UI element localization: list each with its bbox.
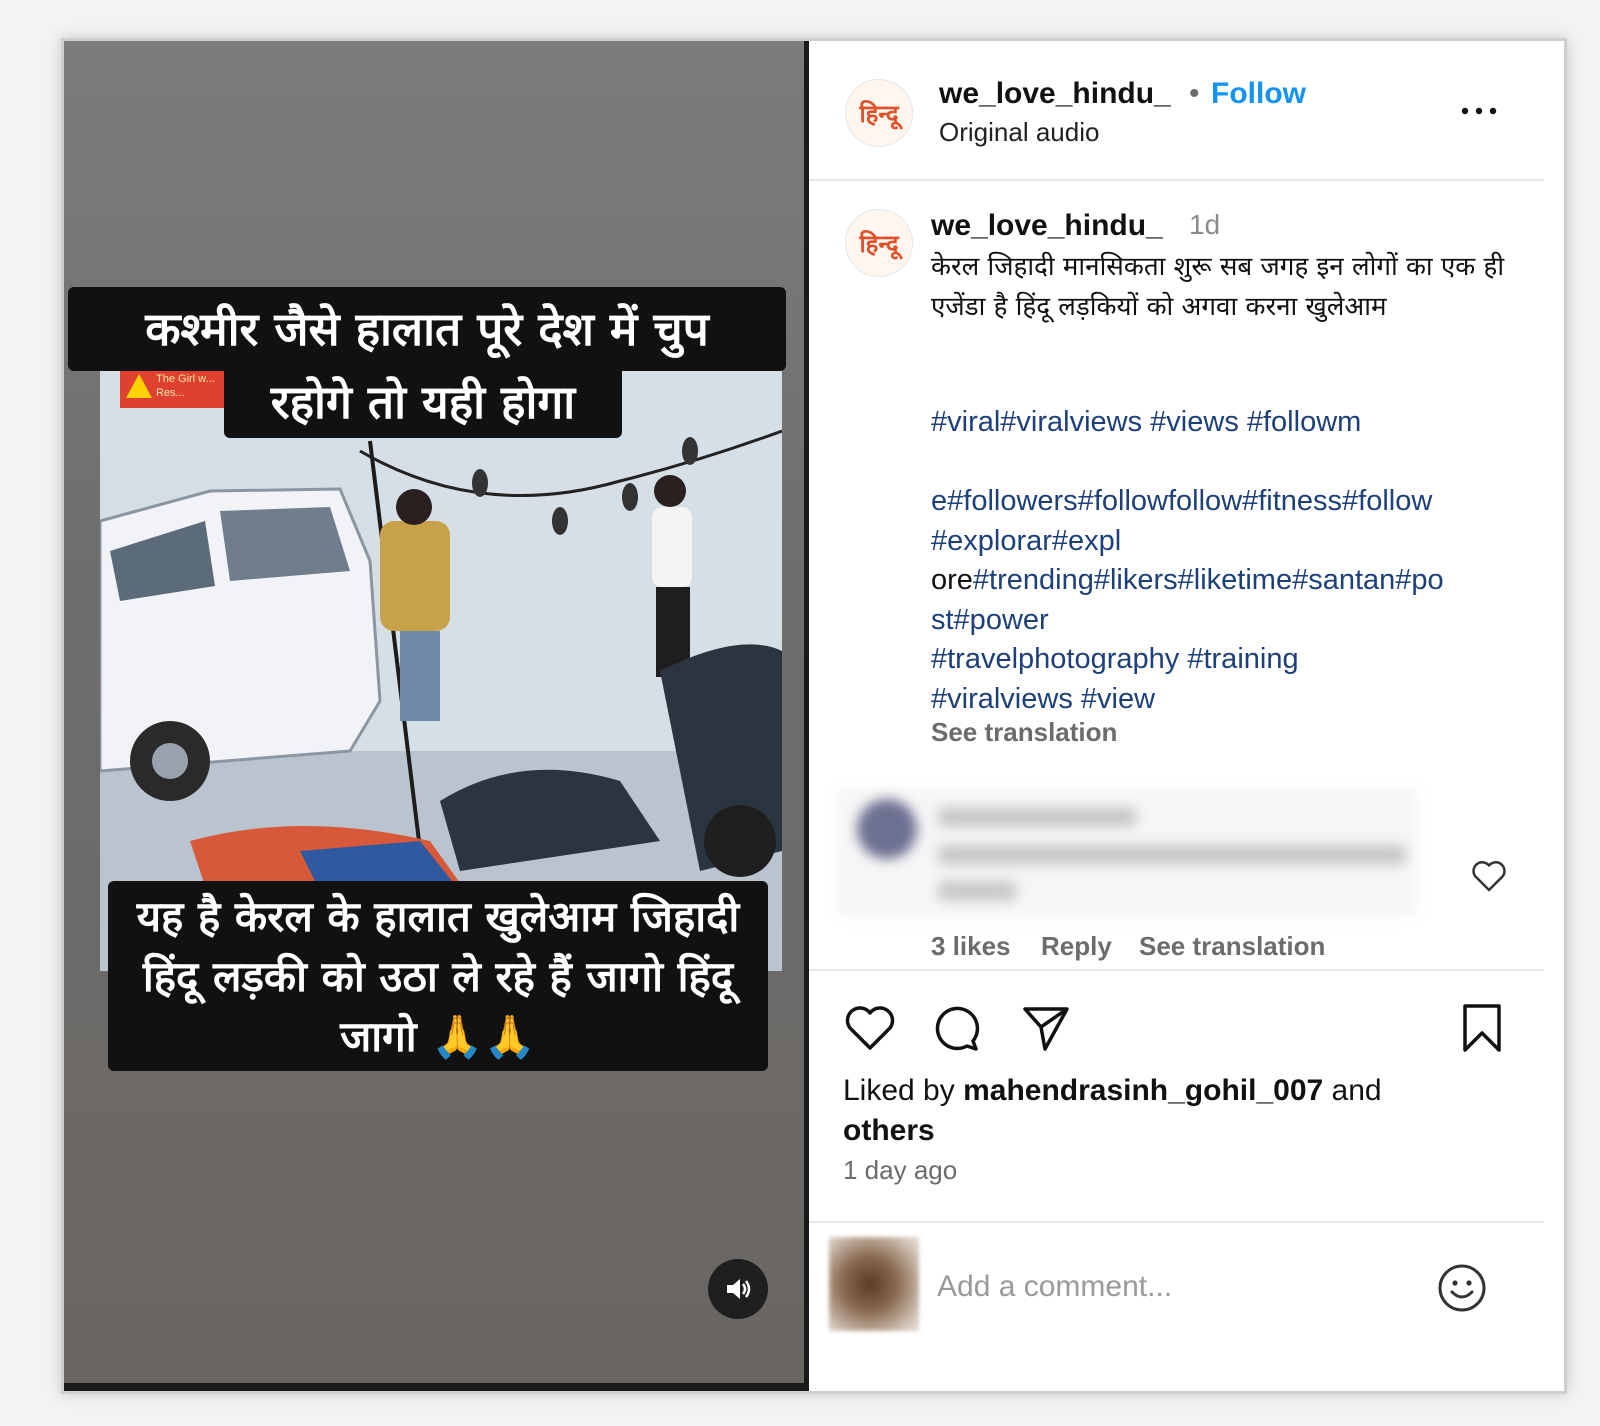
hashtag-fragment: ore xyxy=(931,564,973,596)
blurred-comment xyxy=(837,789,1417,917)
commenter-avatar xyxy=(857,799,917,859)
current-user-avatar xyxy=(829,1237,919,1331)
header-separator: • xyxy=(1189,77,1200,110)
warning-icon xyxy=(126,374,152,398)
video-caption-top-line2: रहोगे तो यही होगा xyxy=(224,366,622,438)
caption-username[interactable]: we_love_hindu_ xyxy=(931,209,1163,243)
comments-divider xyxy=(809,969,1544,971)
video-player[interactable]: The Girl w... Res... कश्मीर जैसे हालात प… xyxy=(64,41,804,1391)
author-avatar[interactable]: हिन्दू xyxy=(845,79,913,147)
follow-button[interactable]: Follow xyxy=(1211,77,1306,111)
add-comment-divider xyxy=(809,1221,1544,1223)
blurred-text xyxy=(937,807,1137,827)
liked-prefix: Liked by xyxy=(843,1074,964,1107)
hashtag-fragment[interactable]: #trending#likers#liketime#santan#po xyxy=(973,564,1444,596)
add-comment-input[interactable] xyxy=(935,1263,1409,1311)
caption-text: केरल जिहादी मानसिकता शुरू सब जगह इन लोगो… xyxy=(931,252,1505,322)
video-caption-bottom: यह है केरल के हालात खुलेआम जिहादी हिंदू … xyxy=(108,881,768,1071)
liked-by-text: Liked by mahendrasinh_gohil_007 and other… xyxy=(843,1071,1483,1151)
comment-bubble-icon[interactable] xyxy=(929,1001,983,1055)
bookmark-icon[interactable] xyxy=(1455,1001,1509,1055)
hashtags-line[interactable]: st#power xyxy=(931,601,1531,641)
smiley-icon[interactable] xyxy=(1437,1263,1487,1313)
liked-by-user[interactable]: mahendrasinh_gohil_007 xyxy=(963,1074,1323,1107)
comment-reply-button[interactable]: Reply xyxy=(1041,931,1112,962)
post-time-ago[interactable]: 1 day ago xyxy=(843,1155,957,1186)
caption-author-avatar[interactable]: हिन्दू xyxy=(845,209,913,277)
header-divider xyxy=(809,179,1544,181)
caption-timestamp[interactable]: 1d xyxy=(1189,209,1220,241)
comment-likes-count[interactable]: 3 likes xyxy=(931,931,1011,962)
video-bottom-edge xyxy=(64,1383,804,1391)
hashtags-line[interactable]: ore#trending#likers#liketime#santan#po xyxy=(931,561,1531,601)
caption-see-translation[interactable]: See translation xyxy=(931,717,1117,748)
more-horizontal-icon[interactable] xyxy=(1459,101,1499,121)
hashtags-line[interactable]: #viral#viralviews #views #followm xyxy=(931,403,1531,443)
video-caption-top-line1: कश्मीर जैसे हालात पूरे देश में चुप xyxy=(68,287,786,371)
sound-toggle-button[interactable] xyxy=(708,1259,768,1319)
header-username[interactable]: we_love_hindu_ xyxy=(939,77,1171,111)
watermark-text: The Girl w... Res... xyxy=(156,373,215,399)
post-side-panel: हिन्दू we_love_hindu_ • Follow Original … xyxy=(809,41,1564,1391)
hashtags-line[interactable]: #explorar#expl xyxy=(931,522,1531,562)
hashtags-line[interactable]: e#followers#followfollow#fitness#follow xyxy=(931,482,1531,522)
blurred-text xyxy=(937,881,1017,901)
liked-and: and xyxy=(1323,1074,1382,1107)
speaker-icon xyxy=(727,1279,751,1299)
comment-see-translation[interactable]: See translation xyxy=(1139,931,1325,962)
hashtags-line[interactable]: #viralviews #view xyxy=(931,680,1531,720)
original-audio-link[interactable]: Original audio xyxy=(939,117,1099,148)
paper-plane-icon[interactable] xyxy=(1019,1001,1073,1055)
heart-outline-icon[interactable] xyxy=(1471,859,1507,893)
heart-outline-icon[interactable] xyxy=(843,1001,897,1055)
liked-others[interactable]: others xyxy=(843,1114,935,1147)
post-frame: The Girl w... Res... कश्मीर जैसे हालात प… xyxy=(61,38,1567,1394)
hashtags-line[interactable]: #travelphotography #training xyxy=(931,640,1531,680)
blurred-text xyxy=(937,845,1407,865)
avatar-logo-text: हिन्दू xyxy=(859,228,899,258)
watermark-badge: The Girl w... Res... xyxy=(120,368,226,408)
avatar-logo-text: हिन्दू xyxy=(859,98,899,128)
